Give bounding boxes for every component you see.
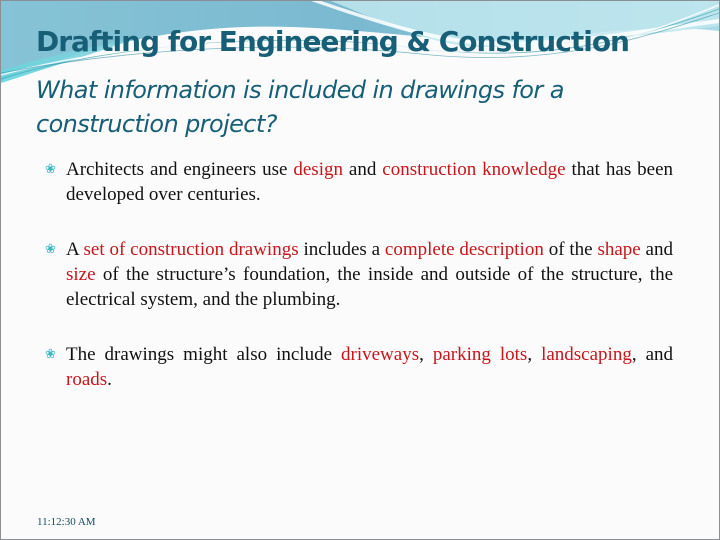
highlighted-term: size xyxy=(66,264,96,285)
highlighted-term: roads xyxy=(66,369,108,390)
curl-swirl-icon: ❀ xyxy=(45,162,56,177)
highlighted-term: parking lots xyxy=(432,344,528,365)
bullet-item: ❀ Architects and engineers use design an… xyxy=(45,157,673,207)
curl-swirl-icon: ❀ xyxy=(45,242,56,257)
bullet-text: Architects and engineers use design and … xyxy=(66,159,673,205)
highlighted-term: complete description xyxy=(384,239,544,260)
slide-timestamp: 11:12:30 AM xyxy=(37,516,96,528)
bullet-item: ❀ The drawings might also include drivew… xyxy=(45,342,673,392)
slide-subtitle: What information is included in drawings… xyxy=(36,76,564,138)
curl-swirl-icon: ❀ xyxy=(45,347,56,362)
text-segment: of the structure’s foundation, the insid… xyxy=(66,264,673,310)
text-segment: The drawings might also include xyxy=(66,344,341,365)
bullet-text: A set of construction drawings includes … xyxy=(66,239,673,310)
text-segment: includes a xyxy=(298,239,385,260)
bullet-text: The drawings might also include driveway… xyxy=(66,344,673,390)
text-segment: , xyxy=(419,344,433,365)
bullet-item: ❀ A set of construction drawings include… xyxy=(45,237,673,312)
bullet-list: ❀ Architects and engineers use design an… xyxy=(45,157,673,392)
slide-title: Drafting for Engineering & Construction xyxy=(36,25,630,58)
highlighted-term: construction knowledge xyxy=(382,159,566,180)
text-segment: and xyxy=(640,239,673,260)
text-segment: . xyxy=(107,369,112,390)
highlighted-term: landscaping xyxy=(541,344,632,365)
slide: Drafting for Engineering & Construction … xyxy=(0,0,720,540)
text-segment: and xyxy=(342,159,383,180)
text-segment: of the xyxy=(543,239,598,260)
text-segment: , xyxy=(527,344,542,365)
text-segment: , and xyxy=(631,344,674,365)
highlighted-term: set of construction drawings xyxy=(83,239,299,260)
highlighted-term: driveways xyxy=(341,344,420,365)
text-segment: A xyxy=(66,239,84,260)
highlighted-term: shape xyxy=(597,239,641,260)
highlighted-term: design xyxy=(293,159,343,180)
text-segment: Architects and engineers use xyxy=(66,159,294,180)
